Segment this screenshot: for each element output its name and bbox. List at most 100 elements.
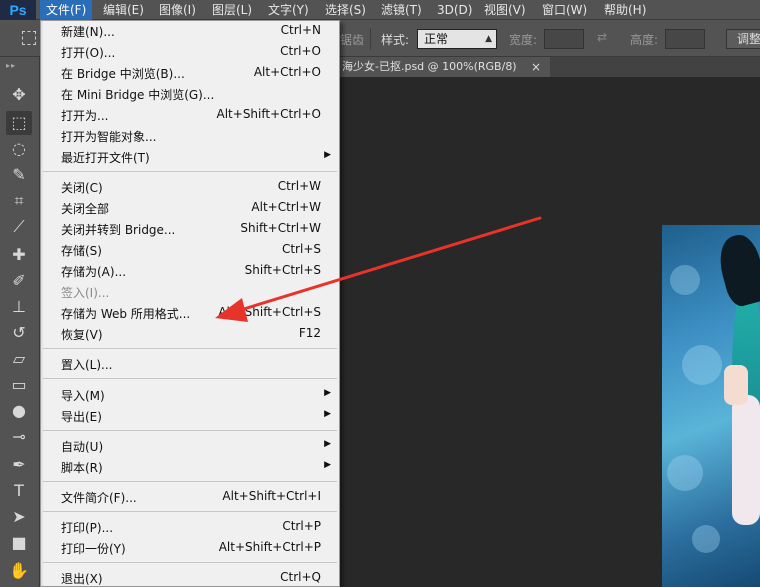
file-menu-dropdown: 新建(N)... Ctrl+N 打开(O)... Ctrl+O 在 Bridge… bbox=[40, 20, 340, 587]
antialias-label: 锯齿 bbox=[340, 33, 365, 47]
menu-separator bbox=[43, 348, 337, 349]
menu-item-shortcut: Shift+Ctrl+S bbox=[244, 263, 321, 277]
menu-item-shortcut: Ctrl+S bbox=[281, 242, 321, 256]
menu-view[interactable]: 视图(V) bbox=[478, 0, 532, 20]
history-brush-tool-icon[interactable]: ↺ bbox=[6, 321, 32, 345]
menu-separator bbox=[43, 378, 337, 379]
rectangle-tool-icon[interactable]: ■ bbox=[6, 531, 32, 555]
pen-tool-icon[interactable]: ✒ bbox=[6, 453, 32, 477]
clone-stamp-tool-icon[interactable]: ⊥ bbox=[6, 295, 32, 319]
menu-item-save-as[interactable]: 存储为(A)... Shift+Ctrl+S bbox=[41, 261, 339, 282]
options-divider bbox=[370, 28, 371, 50]
menu-item-print-one-copy[interactable]: 打印一份(Y) Alt+Shift+Ctrl+P bbox=[41, 538, 339, 559]
art-bubble bbox=[692, 525, 720, 553]
menu-item-revert[interactable]: 恢复(V) F12 bbox=[41, 324, 339, 345]
menu-item-label: 关闭并转到 Bridge... bbox=[61, 223, 176, 237]
menu-item-shortcut: Ctrl+P bbox=[282, 519, 321, 533]
menu-item-browse-mini-bridge[interactable]: 在 Mini Bridge 中浏览(G)... bbox=[41, 84, 339, 105]
menu-item-automate[interactable]: 自动(U) ▶ bbox=[41, 436, 339, 457]
menu-item-print[interactable]: 打印(P)... Ctrl+P bbox=[41, 517, 339, 538]
menu-item-save[interactable]: 存储(S) Ctrl+S bbox=[41, 240, 339, 261]
document-tab[interactable]: 海少女-已抠.psd @ 100%(RGB/8) bbox=[340, 57, 550, 77]
menu-select[interactable]: 选择(S) bbox=[319, 0, 372, 20]
menu-item-label: 导入(M) bbox=[61, 389, 105, 403]
menu-item-scripts[interactable]: 脚本(R) ▶ bbox=[41, 457, 339, 478]
menu-type[interactable]: 文字(Y) bbox=[262, 0, 315, 20]
close-icon[interactable]: × bbox=[531, 60, 541, 74]
menu-item-open-smart-object[interactable]: 打开为智能对象... bbox=[41, 126, 339, 147]
document-canvas-image[interactable] bbox=[662, 225, 760, 587]
style-select[interactable]: 正常 ▲ bbox=[417, 29, 497, 49]
art-bubble bbox=[670, 265, 700, 295]
menu-item-label: 恢复(V) bbox=[61, 328, 103, 342]
tools-panel: ▸▸ ✥ ⬚ ◌ ✎ ⌗ ⟋ ✚ ✐ ⊥ ↺ ▱ ▭ ● ⊸ ✒ T ➤ ■ ✋ bbox=[0, 57, 40, 587]
menu-help[interactable]: 帮助(H) bbox=[598, 0, 652, 20]
chevron-updown-icon: ▲ bbox=[485, 34, 492, 44]
path-select-tool-icon[interactable]: ➤ bbox=[6, 505, 32, 529]
move-tool-icon[interactable]: ✥ bbox=[6, 83, 32, 107]
healing-brush-tool-icon[interactable]: ✚ bbox=[6, 243, 32, 267]
menu-item-label: 导出(E) bbox=[61, 410, 102, 424]
swap-icon[interactable]: ⇄ bbox=[597, 30, 607, 44]
crop-tool-icon[interactable]: ⌗ bbox=[6, 189, 32, 213]
menu-image[interactable]: 图像(I) bbox=[153, 0, 202, 20]
submenu-arrow-icon: ▶ bbox=[324, 460, 331, 470]
menu-separator bbox=[43, 511, 337, 512]
menu-window[interactable]: 窗口(W) bbox=[536, 0, 593, 20]
menu-file[interactable]: 文件(F) bbox=[40, 0, 93, 20]
menu-item-shortcut: Ctrl+O bbox=[280, 44, 321, 58]
menu-item-shortcut: Ctrl+W bbox=[277, 179, 321, 193]
menu-item-place[interactable]: 置入(L)... bbox=[41, 354, 339, 375]
gradient-tool-icon[interactable]: ▭ bbox=[6, 373, 32, 397]
menu-edit[interactable]: 编辑(E) bbox=[97, 0, 150, 20]
width-field[interactable] bbox=[544, 29, 584, 49]
style-select-value: 正常 bbox=[424, 32, 449, 46]
menu-item-shortcut: F12 bbox=[298, 326, 321, 340]
menu-item-label: 打开为智能对象... bbox=[61, 130, 157, 144]
menu-item-export[interactable]: 导出(E) ▶ bbox=[41, 406, 339, 427]
menu-item-exit[interactable]: 退出(X) Ctrl+Q bbox=[41, 568, 339, 587]
menu-item-close[interactable]: 关闭(C) Ctrl+W bbox=[41, 177, 339, 198]
eyedropper-tool-icon[interactable]: ⟋ bbox=[6, 215, 32, 239]
panel-collapse-icon[interactable]: ▸▸ bbox=[6, 61, 16, 70]
menu-item-label: 存储(S) bbox=[61, 244, 102, 258]
marquee-tool-icon[interactable]: ⬚ bbox=[6, 111, 32, 135]
menu-item-new[interactable]: 新建(N)... Ctrl+N bbox=[41, 21, 339, 42]
hand-tool-icon[interactable]: ✋ bbox=[6, 559, 32, 583]
menu-item-open[interactable]: 打开(O)... Ctrl+O bbox=[41, 42, 339, 63]
menu-item-shortcut: Alt+Ctrl+O bbox=[253, 65, 321, 79]
menu-separator bbox=[43, 171, 337, 172]
art-bubble bbox=[667, 455, 703, 491]
type-tool-icon[interactable]: T bbox=[6, 479, 32, 503]
menu-item-label: 退出(X) bbox=[61, 572, 103, 586]
menu-item-close-all[interactable]: 关闭全部 Alt+Ctrl+W bbox=[41, 198, 339, 219]
menu-3d[interactable]: 3D(D) bbox=[431, 0, 478, 20]
menu-item-save-for-web[interactable]: 存储为 Web 所用格式... Alt+Shift+Ctrl+S bbox=[41, 303, 339, 324]
menu-item-label: 置入(L)... bbox=[61, 358, 113, 372]
quick-select-tool-icon[interactable]: ✎ bbox=[6, 163, 32, 187]
menu-item-shortcut: Alt+Shift+Ctrl+S bbox=[218, 305, 321, 319]
menu-item-import[interactable]: 导入(M) ▶ bbox=[41, 385, 339, 406]
menu-item-close-go-bridge[interactable]: 关闭并转到 Bridge... Shift+Ctrl+W bbox=[41, 219, 339, 240]
menu-item-open-as[interactable]: 打开为... Alt+Shift+Ctrl+O bbox=[41, 105, 339, 126]
eraser-tool-icon[interactable]: ▱ bbox=[6, 347, 32, 371]
menu-bar: Ps 文件(F) 编辑(E) 图像(I) 图层(L) 文字(Y) 选择(S) 滤… bbox=[0, 0, 760, 20]
menu-layer[interactable]: 图层(L) bbox=[206, 0, 258, 20]
menu-item-label: 最近打开文件(T) bbox=[61, 151, 150, 165]
refine-edge-button[interactable]: 调整 bbox=[726, 29, 760, 49]
menu-item-label: 文件简介(F)... bbox=[61, 491, 137, 505]
marquee-preset-icon[interactable] bbox=[22, 31, 36, 45]
menu-item-recent-files[interactable]: 最近打开文件(T) ▶ bbox=[41, 147, 339, 168]
menu-item-shortcut: Ctrl+Q bbox=[280, 570, 321, 584]
menu-item-file-info[interactable]: 文件简介(F)... Alt+Shift+Ctrl+I bbox=[41, 487, 339, 508]
dodge-tool-icon[interactable]: ⊸ bbox=[6, 425, 32, 449]
blur-tool-icon[interactable]: ● bbox=[6, 399, 32, 423]
menu-item-shortcut: Ctrl+N bbox=[280, 23, 321, 37]
menu-item-browse-bridge[interactable]: 在 Bridge 中浏览(B)... Alt+Ctrl+O bbox=[41, 63, 339, 84]
menu-filter[interactable]: 滤镜(T) bbox=[375, 0, 428, 20]
lasso-tool-icon[interactable]: ◌ bbox=[6, 137, 32, 161]
submenu-arrow-icon: ▶ bbox=[324, 150, 331, 160]
height-field[interactable] bbox=[665, 29, 705, 49]
photoshop-logo: Ps bbox=[0, 0, 36, 20]
brush-tool-icon[interactable]: ✐ bbox=[6, 269, 32, 293]
